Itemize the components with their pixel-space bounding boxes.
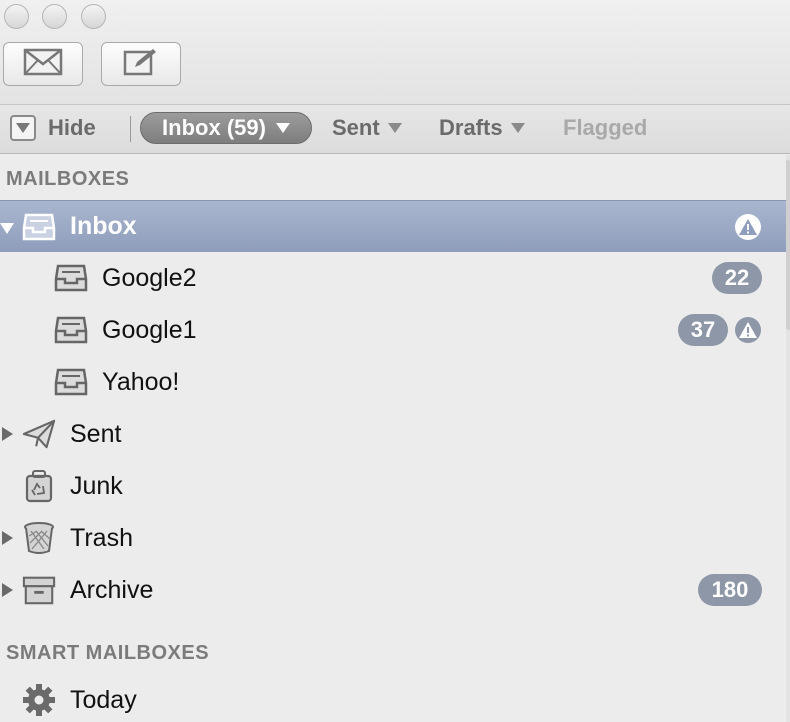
sidebar-item-junk[interactable]: Junk xyxy=(0,460,786,512)
sidebar-item-label: Sent xyxy=(70,419,122,448)
unread-count-badge: 180 xyxy=(698,574,762,606)
sidebar-item-trash[interactable]: Trash xyxy=(0,512,786,564)
compose-button[interactable] xyxy=(101,42,181,86)
paper-plane-icon xyxy=(22,417,56,451)
favorite-sent-label: Sent xyxy=(332,115,380,140)
junk-bin-icon xyxy=(22,469,56,503)
unread-count-badge: 22 xyxy=(712,262,762,294)
unread-count-badge: 37 xyxy=(678,314,728,346)
disclosure-triangle-icon[interactable] xyxy=(0,223,14,234)
favorite-sent-button[interactable]: Sent xyxy=(332,115,402,141)
favorite-inbox-button[interactable]: Inbox (59) xyxy=(140,112,312,144)
chevron-down-icon xyxy=(387,123,402,133)
sidebar-item-yahoo[interactable]: Yahoo! xyxy=(0,356,786,408)
sidebar-item-label: Yahoo! xyxy=(102,367,180,396)
sidebar-item-label: Junk xyxy=(70,471,123,500)
sidebar-item-label: Inbox xyxy=(70,212,137,240)
hide-button[interactable]: Hide xyxy=(10,115,96,141)
disclosure-triangle-icon[interactable] xyxy=(2,583,13,597)
close-window-button[interactable] xyxy=(4,4,29,29)
disclosure-triangle-icon[interactable] xyxy=(2,531,13,545)
favorite-flagged-button[interactable]: Flagged xyxy=(563,115,647,141)
sidebar-item-label: Trash xyxy=(70,523,133,552)
toolbar xyxy=(0,0,790,104)
compose-icon xyxy=(121,47,161,82)
inbox-tray-icon xyxy=(54,313,88,347)
zoom-window-button[interactable] xyxy=(81,4,106,29)
archive-box-icon xyxy=(22,573,56,607)
hide-toggle-icon xyxy=(10,115,36,141)
warning-icon[interactable] xyxy=(735,213,761,240)
inbox-tray-icon xyxy=(54,261,88,295)
favorite-flagged-label: Flagged xyxy=(563,115,648,140)
favorite-inbox-label: Inbox (59) xyxy=(162,115,266,140)
sidebar-item-label: Google1 xyxy=(102,315,197,344)
sidebar-item-label: Archive xyxy=(70,575,154,604)
favorite-drafts-button[interactable]: Drafts xyxy=(439,115,525,141)
mailboxes-header: MAILBOXES xyxy=(6,168,130,190)
favorite-drafts-label: Drafts xyxy=(439,115,503,140)
chevron-down-icon xyxy=(510,123,525,133)
chevron-down-icon xyxy=(275,123,290,133)
minimize-window-button[interactable] xyxy=(42,4,67,29)
trash-can-icon xyxy=(22,521,56,555)
get-mail-button[interactable] xyxy=(3,42,83,86)
envelope-icon xyxy=(23,48,63,81)
hide-label: Hide xyxy=(48,115,96,140)
sidebar-item-archive[interactable]: Archive 180 xyxy=(0,564,786,616)
sidebar-item-google1[interactable]: Google1 37 xyxy=(0,304,786,356)
sidebar-item-google2[interactable]: Google2 22 xyxy=(0,252,786,304)
disclosure-triangle-icon[interactable] xyxy=(2,427,13,441)
sidebar-scroll-thumb[interactable] xyxy=(786,160,790,330)
favorites-separator xyxy=(130,116,131,142)
smart-mailboxes-header: SMART MAILBOXES xyxy=(6,642,210,664)
warning-icon[interactable] xyxy=(735,317,761,343)
inbox-tray-icon xyxy=(54,365,88,399)
sidebar-item-inbox[interactable]: Inbox xyxy=(0,200,786,252)
gear-icon xyxy=(22,683,56,717)
sidebar-item-label: Today xyxy=(70,685,137,714)
sidebar-item-sent[interactable]: Sent xyxy=(0,408,786,460)
sidebar-item-label: Google2 xyxy=(102,263,197,292)
inbox-tray-icon xyxy=(22,210,56,244)
sidebar-item-today[interactable]: Today xyxy=(0,674,786,722)
